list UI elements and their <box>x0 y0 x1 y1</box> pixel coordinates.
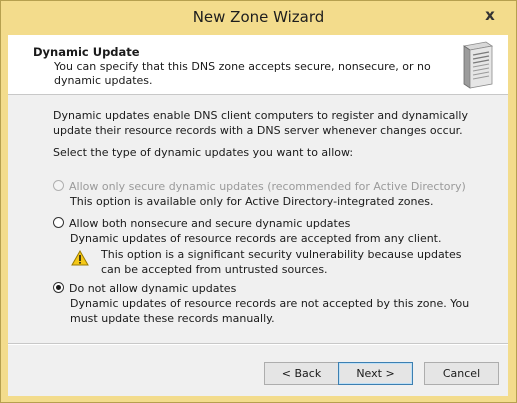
warning-icon <box>71 250 89 266</box>
window-title: New Zone Wizard <box>192 8 325 26</box>
next-button[interactable]: Next > <box>338 362 413 385</box>
select-prompt: Select the type of dynamic updates you w… <box>53 146 354 159</box>
radio-nonsecure-and-secure-label: Allow both nonsecure and secure dynamic … <box>69 217 351 230</box>
page-title: Dynamic Update <box>33 45 140 59</box>
page-description: You can specify that this DNS zone accep… <box>54 60 431 87</box>
wizard-client-area: Dynamic Update You can specify that this… <box>8 35 508 396</box>
cancel-button[interactable]: Cancel <box>424 362 499 385</box>
intro-text: Dynamic updates enable DNS client comput… <box>53 109 468 137</box>
radio-secure-only-label: Allow only secure dynamic updates (recom… <box>69 180 466 193</box>
footer-separator <box>8 343 508 345</box>
wizard-header: Dynamic Update You can specify that this… <box>8 35 508 95</box>
close-button[interactable]: x <box>475 4 505 26</box>
radio-no-updates-label: Do not allow dynamic updates <box>69 282 237 295</box>
nonsecure-warning-text: This option is a significant security vu… <box>101 248 462 276</box>
radio-button[interactable] <box>53 180 64 191</box>
secure-only-description: This option is available only for Active… <box>70 195 434 208</box>
wizard-window: New Zone Wizard x Dynamic Update You can… <box>0 0 517 403</box>
server-icon <box>462 41 494 89</box>
title-bar[interactable]: New Zone Wizard x <box>1 1 516 35</box>
no-updates-description: Dynamic updates of resource records are … <box>70 297 470 325</box>
back-button[interactable]: < Back <box>264 362 339 385</box>
radio-button[interactable] <box>53 217 64 228</box>
radio-button[interactable] <box>53 282 64 293</box>
nonsecure-description: Dynamic updates of resource records are … <box>70 232 442 245</box>
